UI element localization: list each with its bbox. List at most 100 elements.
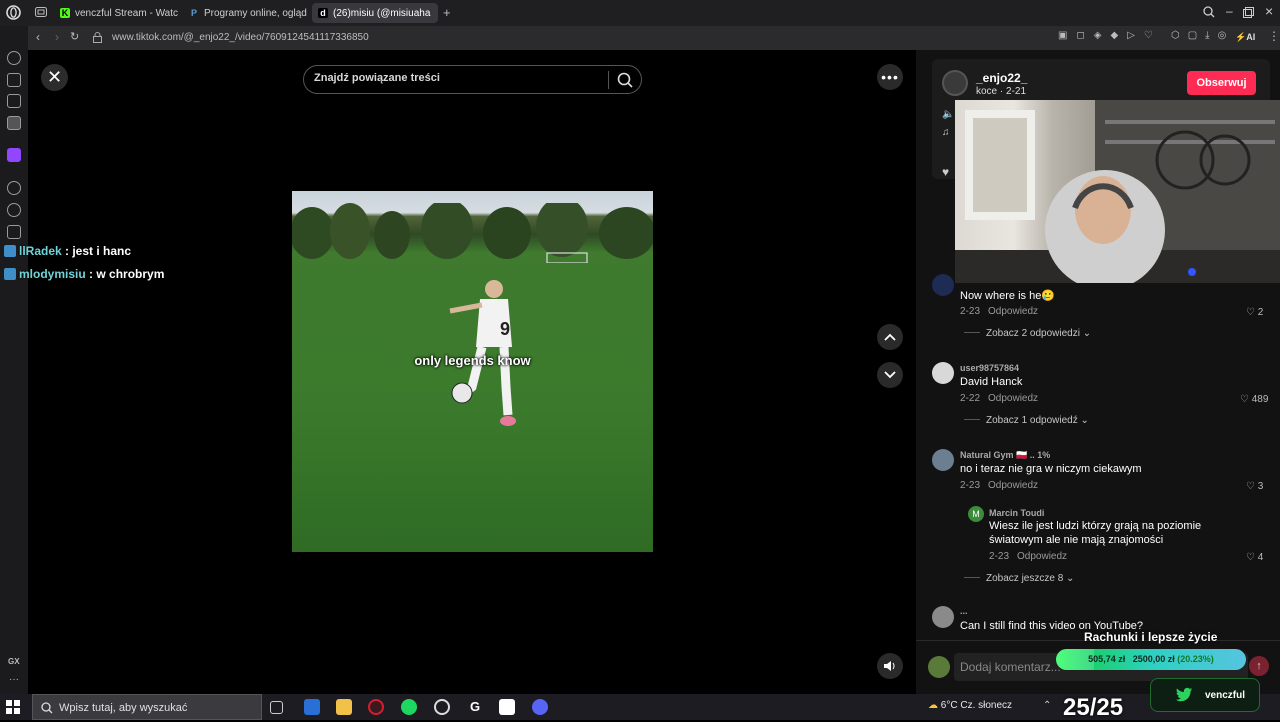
- volume-button[interactable]: [877, 653, 903, 679]
- lock-icon[interactable]: [93, 32, 102, 43]
- chat-text: : jest i hanc: [61, 244, 132, 258]
- back-icon[interactable]: ‹: [36, 30, 40, 44]
- previous-video-button[interactable]: [877, 324, 903, 350]
- weather-sun-icon: ☁: [928, 700, 938, 711]
- url-text[interactable]: www.tiktok.com/@_enjo22_/video/760912454…: [112, 32, 369, 43]
- player-icon[interactable]: [7, 181, 21, 195]
- view-replies-label: Zobacz 1 odpowiedź: [986, 415, 1078, 426]
- opera-gx-icon[interactable]: [368, 699, 384, 715]
- chat-badge-icon: [4, 245, 16, 257]
- view-replies-button[interactable]: Zobacz 1 odpowiedź ⌄: [964, 415, 1089, 426]
- bookmarks-icon[interactable]: [7, 73, 21, 87]
- ai-button[interactable]: ⚡AI: [1235, 32, 1255, 43]
- comment-text: Now where is he🥲: [960, 290, 1056, 302]
- address-bar-extensions[interactable]: ▣◻◈◆▷♡: [1058, 30, 1162, 41]
- discord-icon[interactable]: [532, 699, 548, 715]
- follow-button[interactable]: Obserwuj: [1187, 71, 1256, 95]
- messenger-icon[interactable]: [7, 116, 21, 130]
- like-count[interactable]: ♡ 489: [1240, 394, 1268, 405]
- reply-button[interactable]: Odpowiedz: [988, 480, 1038, 491]
- like-count-value: 2: [1257, 307, 1264, 318]
- search-tabs-icon[interactable]: [1203, 6, 1215, 18]
- opera-sidebar: GX ···: [0, 26, 28, 694]
- close-button[interactable]: ✕: [41, 64, 68, 91]
- avatar[interactable]: [932, 449, 954, 471]
- comment-text: światowym ale nie mają znajomości: [989, 534, 1164, 546]
- heart-icon[interactable]: ♥: [942, 165, 949, 179]
- comment-date: 2-22: [960, 393, 981, 404]
- spotify-icon[interactable]: [401, 699, 417, 715]
- weather-widget[interactable]: ☁ 6°C Cz. słonecz: [928, 700, 1012, 711]
- store-icon[interactable]: [304, 699, 320, 715]
- goal-percent: (20.23%): [1177, 654, 1214, 664]
- speaker-icon: [884, 661, 895, 671]
- comment-item: user98757864 David Hanck 2-22 Odpowiedz ♡…: [932, 362, 1272, 407]
- reload-icon[interactable]: ↻: [70, 30, 79, 43]
- svg-text:9: 9: [500, 319, 510, 339]
- chat-badge-icon: [4, 268, 16, 280]
- comment-user[interactable]: user98757864: [960, 363, 1019, 373]
- clock-icon[interactable]: [7, 203, 21, 217]
- weather-text: 6°C Cz. słonecz: [940, 700, 1013, 711]
- comment-item: Natural Gym 🇵🇱 .. 1% no i teraz nie gra …: [932, 449, 1272, 494]
- twitch-icon[interactable]: [7, 148, 21, 162]
- windows-start-icon[interactable]: [6, 700, 20, 714]
- app-g-icon[interactable]: G: [467, 699, 483, 715]
- reply-button[interactable]: Odpowiedz: [988, 393, 1038, 404]
- tray-chevron-icon[interactable]: ⌃: [1043, 700, 1051, 711]
- comment-date: 2-23: [960, 306, 981, 317]
- like-count-value: 489: [1251, 394, 1269, 405]
- comment-text: no i teraz nie gra w niczym ciekawym: [960, 463, 1142, 475]
- more-options-button[interactable]: •••: [877, 64, 903, 90]
- sound-icon: 🔈: [942, 109, 955, 120]
- speedometer-icon[interactable]: [434, 699, 450, 715]
- history-icon[interactable]: [7, 51, 21, 65]
- avatar[interactable]: [932, 362, 954, 384]
- toolbar-icons[interactable]: ⬡▢⤓◎: [1171, 30, 1234, 41]
- minimize-icon[interactable]: –: [1226, 4, 1233, 18]
- restore-icon[interactable]: [1243, 7, 1254, 18]
- taskbar-search[interactable]: Wpisz tutaj, aby wyszukać: [32, 694, 262, 720]
- video-frame-trees: [292, 203, 653, 263]
- file-explorer-icon[interactable]: [336, 699, 352, 715]
- search-input[interactable]: Znajdź powiązane treści: [314, 72, 440, 84]
- avatar[interactable]: [932, 606, 954, 628]
- view-replies-button[interactable]: Zobacz 2 odpowiedzi ⌄: [964, 328, 1091, 339]
- more-icon[interactable]: ···: [9, 674, 19, 685]
- windows-taskbar: Wpisz tutaj, aby wyszukać G ☁ 6°C Cz. sł…: [0, 694, 1280, 721]
- author-username[interactable]: _enjo22_: [976, 71, 1027, 85]
- avatar[interactable]: M: [968, 506, 984, 522]
- app-square-icon[interactable]: [499, 699, 515, 715]
- video-player[interactable]: 9 only legends know: [292, 191, 653, 552]
- new-tab-button[interactable]: +: [443, 5, 451, 20]
- tab-kick[interactable]: K venczful Stream - Watch L: [54, 3, 178, 23]
- forward-icon[interactable]: ›: [55, 30, 59, 44]
- notes-icon[interactable]: [7, 94, 21, 108]
- tab-programy[interactable]: P Programy online, oglądaj r: [183, 3, 307, 23]
- chat-username: mlodymisiu: [19, 267, 86, 281]
- opera-logo-icon[interactable]: [6, 5, 21, 20]
- comment-user[interactable]: Natural Gym 🇵🇱 .. 1%: [960, 450, 1050, 461]
- workspaces-icon[interactable]: [35, 7, 47, 17]
- like-count[interactable]: ♡ 3: [1246, 481, 1263, 492]
- tab-label: (26)misiu (@misiuaha: [333, 7, 431, 19]
- task-view-icon[interactable]: [270, 701, 283, 714]
- comment-user[interactable]: Marcin Toudi: [989, 508, 1044, 518]
- next-video-button[interactable]: [877, 362, 903, 388]
- reply-button[interactable]: Odpowiedz: [988, 306, 1038, 317]
- extensions-icon[interactable]: [7, 225, 21, 239]
- search-icon[interactable]: [616, 71, 634, 89]
- tab-tiktok[interactable]: d (26)misiu (@misiuaha: [312, 3, 438, 23]
- like-count[interactable]: ♡ 4: [1246, 552, 1263, 563]
- comment-user[interactable]: ...: [960, 606, 968, 616]
- search-field[interactable]: Znajdź powiązane treści: [303, 65, 642, 94]
- reply-button[interactable]: Odpowiedz: [1017, 551, 1067, 562]
- view-more-replies-button[interactable]: Zobacz jeszcze 8 ⌄: [964, 573, 1074, 584]
- avatar[interactable]: [942, 70, 968, 96]
- menu-icon[interactable]: ⋮: [1268, 29, 1280, 43]
- avatar[interactable]: [932, 274, 954, 296]
- like-count[interactable]: ♡ 2: [1246, 307, 1263, 318]
- close-window-icon[interactable]: ×: [1265, 3, 1273, 19]
- tab-label: venczful Stream - Watch L: [75, 7, 178, 19]
- send-button[interactable]: ↑: [1249, 656, 1269, 676]
